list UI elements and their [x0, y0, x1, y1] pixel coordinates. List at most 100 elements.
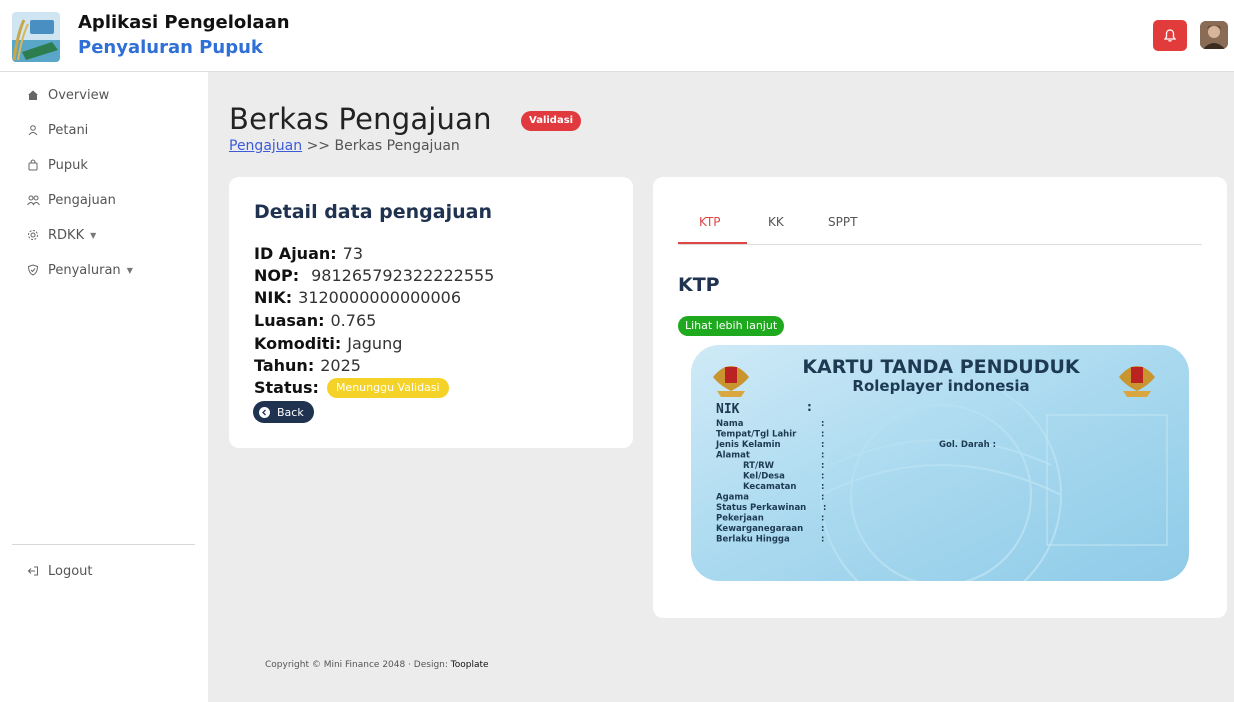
- footer-copyright: Copyright © Mini Finance 2048 · Design: …: [265, 660, 489, 670]
- user-avatar[interactable]: [1200, 21, 1228, 49]
- sidebar-item-pengajuan[interactable]: Pengajuan: [26, 190, 116, 210]
- sidebar: Overview Petani Pupuk Pengajuan RDKK ▼ P…: [0, 72, 208, 702]
- app-title: Aplikasi Pengelolaan: [78, 12, 290, 33]
- ktp-colon: :: [821, 430, 824, 440]
- ktp-title: KARTU TANDA PENDUDUK: [802, 356, 1081, 378]
- field-id-ajuan: ID Ajuan: 73: [254, 244, 363, 263]
- sidebar-divider: [12, 544, 195, 545]
- ktp-colon: :: [821, 493, 824, 503]
- shield-icon: [26, 263, 40, 277]
- sidebar-item-overview[interactable]: Overview: [26, 85, 109, 105]
- sidebar-item-label: Penyaluran: [48, 262, 121, 278]
- field-nop: NOP: 981265792322222555: [254, 266, 494, 285]
- ktp-field-keldesa: Kel/Desa: [743, 472, 785, 482]
- ktp-colon: :: [821, 461, 824, 471]
- field-komoditi: Komoditi: Jagung: [254, 334, 402, 353]
- field-label: NOP:: [254, 266, 300, 285]
- sidebar-item-label: Pengajuan: [48, 192, 116, 208]
- tab-ktp[interactable]: KTP: [699, 215, 721, 229]
- field-value: Jagung: [347, 334, 403, 353]
- back-button[interactable]: Back: [253, 401, 314, 423]
- ktp-colon: :: [821, 472, 824, 482]
- chevron-down-icon: ▼: [90, 230, 97, 240]
- breadcrumb-separator: >>: [306, 138, 331, 154]
- ktp-colon: :: [821, 524, 824, 534]
- field-label: Tahun:: [254, 356, 315, 375]
- logout-icon: [26, 564, 40, 578]
- footer-brand-link[interactable]: Tooplate: [451, 660, 489, 670]
- field-tahun: Tahun: 2025: [254, 356, 361, 375]
- active-tab-indicator: [678, 242, 747, 244]
- app-logo: [12, 12, 60, 62]
- field-label: ID Ajuan:: [254, 244, 337, 263]
- chevron-down-icon: ▼: [126, 265, 133, 275]
- logout-label: Logout: [48, 563, 93, 579]
- field-label: Luasan:: [254, 311, 325, 330]
- field-status: Status: Menunggu Validasi: [254, 378, 449, 398]
- ktp-colon: :: [821, 514, 824, 524]
- field-value: 3120000000000006: [298, 288, 462, 307]
- ktp-field-agama: Agama: [716, 493, 749, 503]
- ktp-field-pekerjaan: Pekerjaan: [716, 514, 764, 524]
- field-value: 0.765: [330, 311, 377, 330]
- ktp-nik-label: NIK: [716, 402, 740, 417]
- view-more-button[interactable]: Lihat lebih lanjut: [678, 316, 785, 336]
- ktp-gol-darah: Gol. Darah :: [939, 440, 996, 450]
- documents-card: KTP KK SPPT KTP Lihat lebih lanjut KARTU…: [653, 177, 1227, 618]
- ktp-colon: :: [821, 535, 824, 545]
- ktp-colon: :: [821, 440, 824, 450]
- field-value: 981265792322222555: [311, 266, 495, 285]
- detail-card: Detail data pengajuan ID Ajuan: 73 NOP: 98…: [229, 177, 633, 448]
- sidebar-item-label: Overview: [48, 87, 110, 103]
- tab-sppt[interactable]: SPPT: [828, 215, 857, 229]
- footer-text: Copyright © Mini Finance 2048 · Design:: [265, 660, 451, 670]
- sidebar-item-petani[interactable]: Petani: [26, 120, 88, 140]
- notification-button[interactable]: [1153, 20, 1187, 51]
- ktp-field-jk: Jenis Kelamin: [715, 440, 781, 450]
- sidebar-item-label: RDKK: [48, 227, 85, 243]
- ktp-nik-colon: :: [807, 400, 812, 414]
- ktp-field-ttl: Tempat/Tgl Lahir: [716, 430, 797, 440]
- ktp-subtitle: Roleplayer indonesia: [852, 377, 1029, 395]
- ktp-colon: :: [823, 503, 826, 513]
- ktp-field-rtrw: RT/RW: [743, 461, 775, 471]
- ktp-field-kewarganegaraan: Kewarganegaraan: [716, 524, 803, 534]
- sidebar-item-label: Petani: [48, 122, 89, 138]
- logout-button[interactable]: Logout: [26, 561, 93, 581]
- field-value: 73: [342, 244, 364, 263]
- sidebar-item-penyaluran[interactable]: Penyaluran ▼: [26, 260, 133, 280]
- back-arrow-icon: [259, 406, 270, 418]
- detail-title: Detail data pengajuan: [254, 201, 492, 223]
- ktp-field-alamat: Alamat: [716, 451, 750, 461]
- breadcrumb-current: Berkas Pengajuan: [334, 138, 460, 154]
- field-label: Komoditi:: [254, 334, 342, 353]
- field-luasan: Luasan: 0.765: [254, 311, 376, 330]
- bell-icon: [1164, 29, 1176, 42]
- people-icon: [26, 193, 40, 207]
- home-icon: [26, 88, 40, 102]
- ktp-image[interactable]: KARTU TANDA PENDUDUK Roleplayer indonesi…: [691, 345, 1189, 616]
- ktp-field-kecamatan: Kecamatan: [743, 482, 796, 492]
- ktp-colons: :: [821, 419, 824, 429]
- breadcrumb-link-pengajuan[interactable]: Pengajuan: [229, 138, 302, 154]
- tab-kk[interactable]: KK: [768, 215, 784, 229]
- field-nik: NIK: 3120000000000006: [254, 288, 461, 307]
- document-tabs: KTP KK SPPT: [678, 211, 1202, 245]
- sidebar-item-rdkk[interactable]: RDKK ▼: [26, 225, 96, 245]
- ktp-field-status: Status Perkawinan: [716, 503, 806, 513]
- back-label: Back: [277, 405, 304, 419]
- field-value: 2025: [320, 356, 361, 375]
- status-badge: Validasi: [521, 111, 582, 131]
- app-subtitle: Penyaluran Pupuk: [78, 37, 263, 58]
- field-label: Status:: [254, 378, 319, 397]
- field-label: NIK:: [254, 288, 293, 307]
- status-badge: Menunggu Validasi: [326, 378, 449, 398]
- user-icon: [26, 123, 40, 137]
- sidebar-item-pupuk[interactable]: Pupuk: [26, 155, 88, 175]
- ktp-field-berlaku: Berlaku Hingga: [716, 535, 790, 545]
- ktp-colon: :: [821, 451, 824, 461]
- top-header: Aplikasi Pengelolaan Penyaluran Pupuk: [0, 0, 1234, 72]
- breadcrumb: Pengajuan >> Berkas Pengajuan: [229, 138, 460, 154]
- document-heading: KTP: [678, 274, 720, 296]
- sidebar-item-label: Pupuk: [48, 157, 88, 173]
